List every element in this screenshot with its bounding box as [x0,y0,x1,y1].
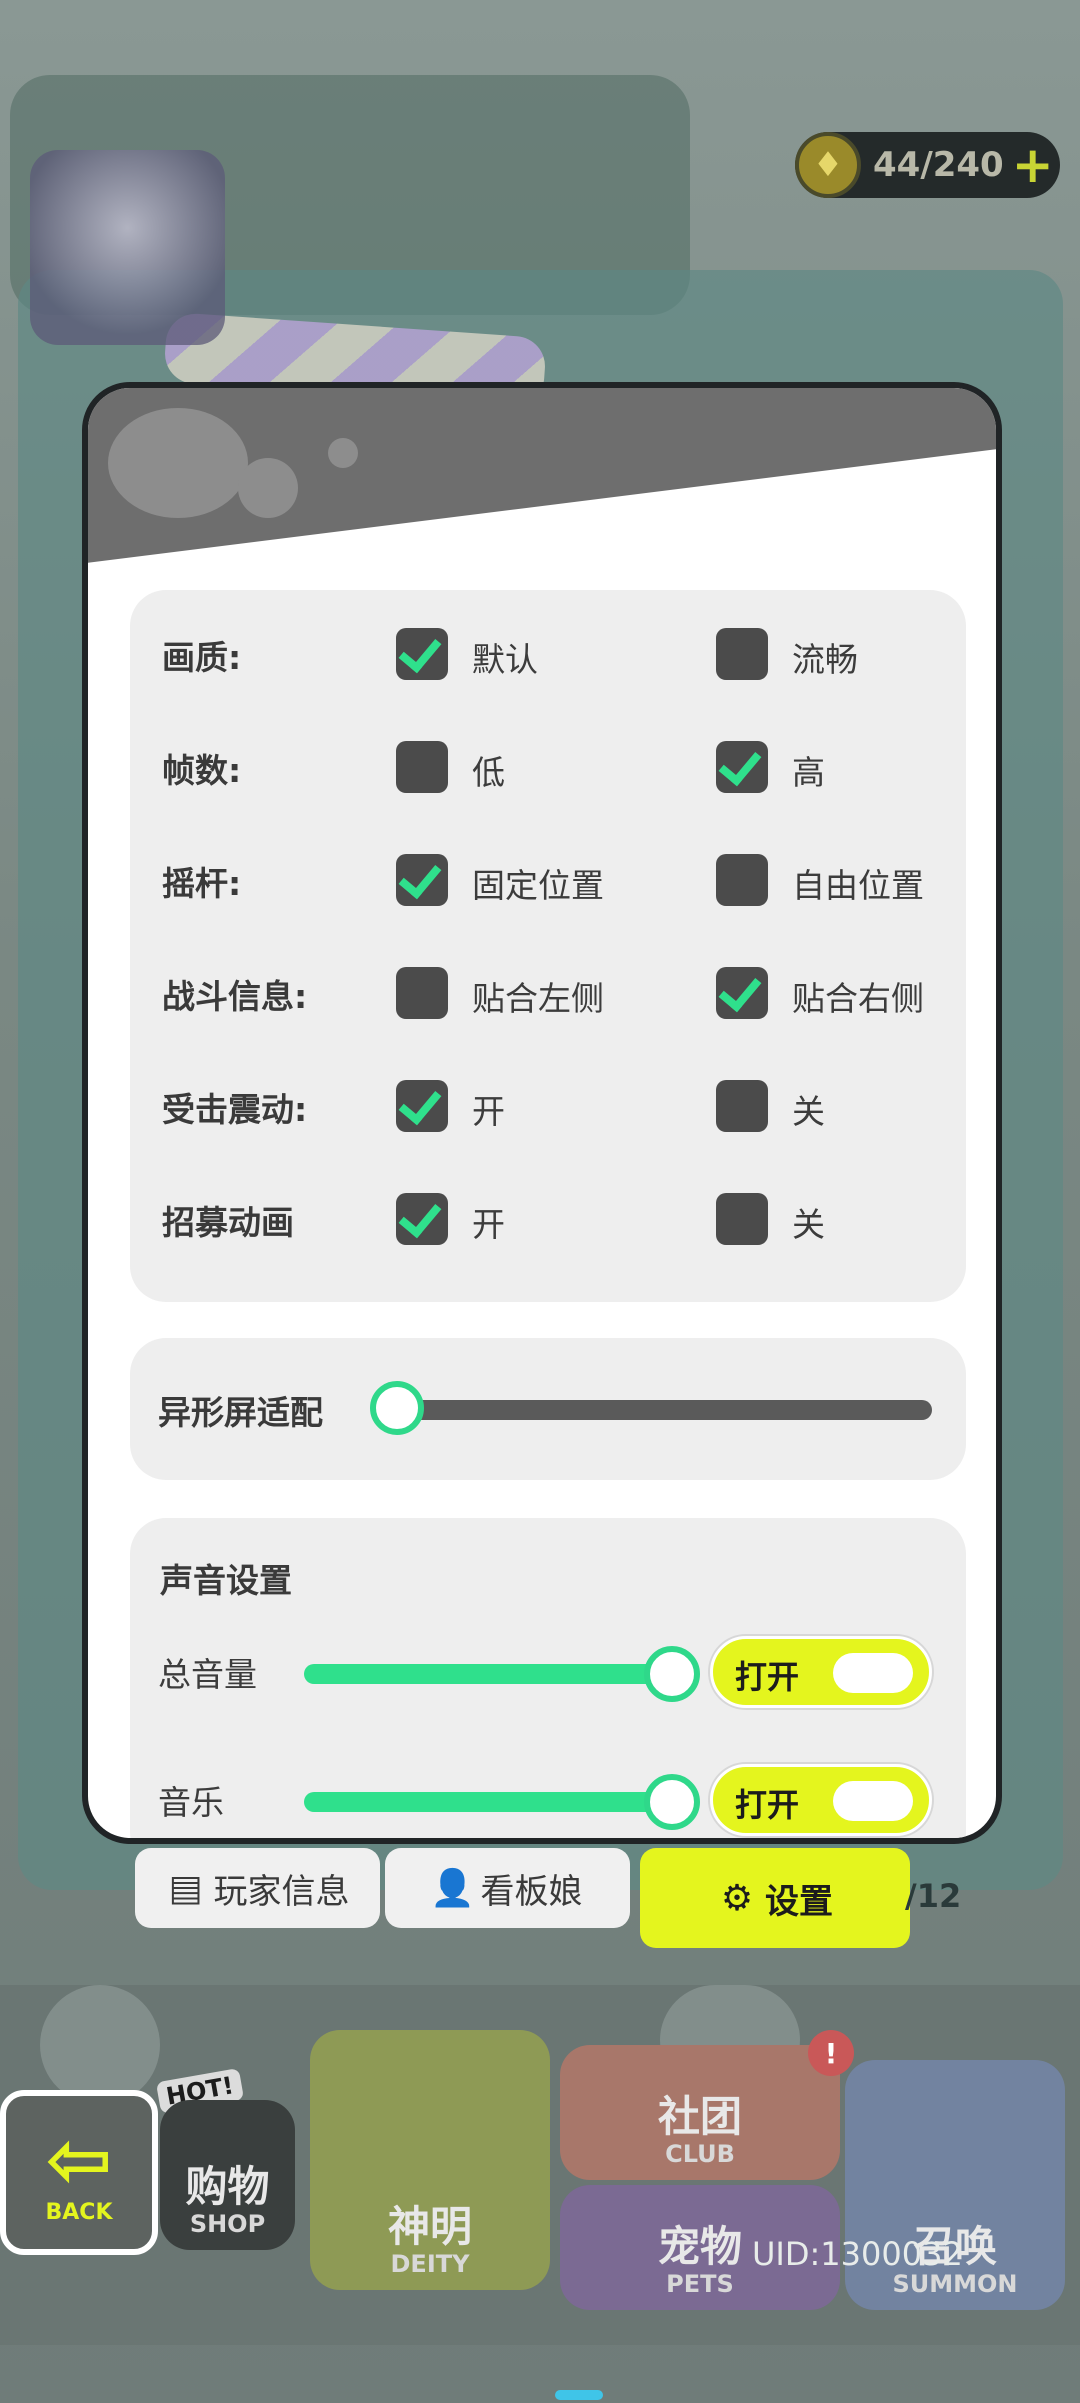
option-checkbox-a[interactable] [396,854,448,906]
deity-label-en: DEITY [390,2250,470,2278]
tab-settings[interactable]: ⚙ 设置 [640,1848,910,1948]
pets-label: 宠物 [657,2221,742,2271]
option-checkbox-a[interactable] [396,741,448,793]
shop-label-en: SHOP [189,2210,266,2238]
currency-value: 44/240 [873,145,1004,185]
music-volume-toggle[interactable]: 打开 [710,1764,932,1836]
option-label: 帧数: [162,751,242,790]
gear-icon: ⚙ [720,1877,754,1919]
notch-adapt-slider-track[interactable] [398,1400,932,1420]
master-volume-slider-track[interactable] [304,1664,670,1684]
music-volume-slider-track[interactable] [304,1792,670,1812]
option-text-a: 默认 [472,640,538,679]
option-checkbox-a[interactable] [396,1193,448,1245]
club-button[interactable]: 社团 CLUB [560,2045,840,2180]
option-checkbox-a[interactable] [396,967,448,1019]
settings-modal: 画质: 默认 流畅帧数: 低 高摇杆: 固定位置 自由位置战斗信息: 贴合左侧 贴合右侧受击震动… [82,382,1002,1844]
tab-label: 设置 [765,1881,833,1922]
master-volume-toggle[interactable]: 打开 [710,1636,932,1708]
option-checkbox-b[interactable] [716,967,768,1019]
sound-settings-title: 声音设置 [160,1561,292,1600]
home-indicator [555,2390,603,2400]
person-icon: 👤 [430,1868,475,1909]
player-avatar[interactable] [30,150,225,345]
option-checkbox-a[interactable] [396,1080,448,1132]
display-options-card: 画质: 默认 流畅帧数: 低 高摇杆: 固定位置 自由位置战斗信息: 贴合左侧 贴合右侧受击震动… [130,590,966,1302]
option-checkbox-b[interactable] [716,741,768,793]
option-text-a: 贴合左侧 [472,979,604,1018]
option-text-b: 高 [792,753,825,792]
option-text-b: 关 [792,1205,825,1244]
tab-mascot[interactable]: 👤 看板娘 [385,1848,630,1928]
notch-adapt-slider-handle[interactable] [370,1381,424,1435]
option-checkbox-a[interactable] [396,628,448,680]
tab-label: 玩家信息 [213,1871,350,1912]
shop-label: 购物 [185,2161,270,2211]
id-card-icon: ▤ [168,1867,203,1909]
tab-label: 看板娘 [480,1871,583,1912]
master-volume-label: 总音量 [158,1655,257,1694]
toggle-knob [833,1653,913,1693]
header-splat-decoration [328,438,358,468]
page-count: /12 [905,1877,962,1915]
option-label: 受击震动: [162,1090,308,1129]
shop-button[interactable]: 购物 SHOP [160,2100,295,2250]
toggle-label: 打开 [735,1658,800,1696]
option-label: 画质: [162,638,242,677]
notch-adapt-label: 异形屏适配 [158,1393,323,1432]
option-label: 战斗信息: [162,977,308,1016]
tab-player-info[interactable]: ▤ 玩家信息 [135,1848,380,1928]
option-text-b: 关 [792,1092,825,1131]
music-volume-label: 音乐 [158,1783,224,1822]
back-label: BACK [45,2200,113,2225]
option-text-a: 开 [472,1205,505,1244]
option-text-b: 自由位置 [792,866,924,905]
option-text-a: 固定位置 [472,866,604,905]
option-checkbox-b[interactable] [716,1080,768,1132]
summon-label-en: SUMMON [892,2270,1018,2298]
option-checkbox-b[interactable] [716,628,768,680]
toggle-knob [833,1781,913,1821]
club-label-en: CLUB [665,2140,735,2168]
notch-adapt-card: 异形屏适配 [130,1338,966,1480]
deity-label: 神明 [387,2201,472,2251]
coin-icon: ♦ [795,132,861,198]
option-checkbox-b[interactable] [716,1193,768,1245]
option-text-b: 贴合右侧 [792,979,924,1018]
header-splat-decoration [238,458,298,518]
user-id: UID:1300032 [752,2235,963,2273]
club-alert-badge: ! [808,2030,854,2076]
back-button[interactable]: ⇦ BACK [0,2090,158,2255]
option-label: 招募动画 [162,1203,294,1242]
header-splat-decoration [108,408,248,518]
option-text-b: 流畅 [792,640,858,679]
master-volume-slider-handle[interactable] [644,1646,700,1702]
deity-button[interactable]: 神明 DEITY [310,2030,550,2290]
club-label: 社团 [657,2091,742,2141]
option-text-a: 开 [472,1092,505,1131]
option-checkbox-b[interactable] [716,854,768,906]
option-label: 摇杆: [162,864,242,903]
option-text-a: 低 [472,753,505,792]
back-arrow-icon: ⇦ [45,2113,113,2206]
music-volume-slider-handle[interactable] [644,1774,700,1830]
sound-settings-card: 声音设置 总音量 打开 音乐 打开 [130,1518,966,1838]
background-bubble [40,1985,160,2105]
toggle-label: 打开 [735,1786,800,1824]
modal-header [88,388,996,563]
pets-label-en: PETS [666,2270,734,2298]
currency-counter: ♦ 44/240 + [795,132,1060,198]
add-currency-button[interactable]: + [1012,140,1054,190]
